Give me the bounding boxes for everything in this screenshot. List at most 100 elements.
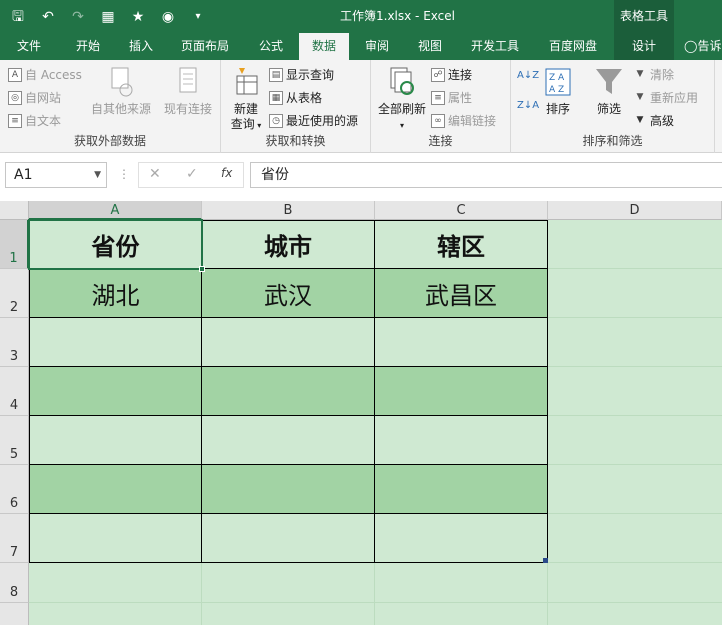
column-header-d[interactable]: D <box>548 201 722 220</box>
new-query-icon <box>236 68 258 95</box>
more-dots-icon: ⋮ <box>118 167 130 181</box>
table-resize-handle[interactable] <box>543 558 548 563</box>
tab-page-layout[interactable]: 页面布局 <box>172 33 238 60</box>
filter-button[interactable]: 筛选 <box>591 66 627 117</box>
other-sources-button[interactable]: 自其他来源 <box>88 66 154 117</box>
table-cell[interactable] <box>29 465 202 514</box>
tab-design[interactable]: 设计 <box>614 33 674 60</box>
table-cell[interactable] <box>29 416 202 465</box>
recent-sources-button[interactable]: ◷ 最近使用的源 <box>269 112 358 129</box>
table-cell[interactable] <box>29 318 202 367</box>
tab-view[interactable]: 视图 <box>407 33 453 60</box>
table-cell[interactable] <box>202 514 375 563</box>
cancel-x-icon[interactable]: ✕ <box>149 166 161 182</box>
from-access-button[interactable]: A自 Access <box>8 66 82 83</box>
new-query-button[interactable]: 新建 查询 ▾ <box>225 66 267 133</box>
table-cell[interactable] <box>202 367 375 416</box>
undo-icon[interactable]: ↶ <box>38 7 58 27</box>
group-connections: 全部刷新 ▾ ☍ 连接 ≡ 属性 ∞ 编辑链接 连接 <box>371 60 511 153</box>
tab-home[interactable]: 开始 <box>62 33 114 60</box>
table-cell[interactable] <box>29 367 202 416</box>
gridline <box>548 513 722 514</box>
column-header-c[interactable]: C <box>375 201 548 220</box>
sort-button[interactable]: Z AA Z 排序 <box>541 66 575 117</box>
table-cell[interactable] <box>375 514 548 563</box>
insert-function-button[interactable]: fx <box>221 166 232 180</box>
table-cell[interactable] <box>375 465 548 514</box>
save-icon[interactable]: 🖫 <box>8 7 28 27</box>
table-cell[interactable] <box>202 465 375 514</box>
table-header-cell[interactable]: 辖区 <box>375 220 548 269</box>
row-header-3[interactable]: 3 <box>0 318 29 367</box>
column-header-b[interactable]: B <box>202 201 375 220</box>
svg-text:A Z: A Z <box>549 85 564 95</box>
chevron-down-icon[interactable]: ▼ <box>94 163 101 187</box>
tab-insert[interactable]: 插入 <box>118 33 164 60</box>
row-header-8[interactable]: 8 <box>0 563 29 603</box>
row-header-1[interactable]: 1 <box>0 220 29 269</box>
camera-icon[interactable]: ◉ <box>158 7 178 27</box>
advanced-filter-button[interactable]: ▼ 高级 <box>633 112 674 129</box>
formula-bar: A1 ▼ ⋮ ✕ ✓ fx 省份 <box>0 153 722 201</box>
tab-developer[interactable]: 开发工具 <box>462 33 528 60</box>
refresh-all-button[interactable]: 全部刷新 ▾ <box>375 66 429 133</box>
gridline <box>29 602 722 603</box>
filter-funnel-icon <box>596 69 622 94</box>
from-web-button[interactable]: ◎ 自网站 <box>8 89 61 106</box>
tab-data[interactable]: 数据 <box>299 33 349 60</box>
gridline <box>548 317 722 318</box>
web-icon: ◎ <box>8 90 22 105</box>
tab-review[interactable]: 审阅 <box>355 33 399 60</box>
table-header-cell[interactable]: 城市 <box>202 220 375 269</box>
table-cell[interactable] <box>202 318 375 367</box>
tab-tell-me[interactable]: ◯告诉 <box>684 33 722 60</box>
row-header-7[interactable]: 7 <box>0 514 29 563</box>
existing-connections-button[interactable]: 现有连接 <box>160 66 216 117</box>
gridline <box>201 563 202 625</box>
from-table-button[interactable]: ▦ 从表格 <box>269 89 322 106</box>
table-cell[interactable] <box>375 367 548 416</box>
tab-formulas[interactable]: 公式 <box>248 33 294 60</box>
show-queries-button[interactable]: ▤ 显示查询 <box>269 66 334 83</box>
select-all-button[interactable] <box>0 201 29 220</box>
worksheet-grid[interactable]: A B C D 1 2 3 4 5 6 7 8 省份 城市 辖区 湖北 武汉 武… <box>0 201 722 625</box>
tab-file[interactable]: 文件 <box>4 33 54 60</box>
confirm-check-icon[interactable]: ✓ <box>186 166 198 182</box>
row-header-6[interactable]: 6 <box>0 465 29 514</box>
table-cell[interactable] <box>202 416 375 465</box>
gridline <box>548 366 722 367</box>
table-cell[interactable]: 湖北 <box>29 269 202 318</box>
name-box[interactable]: A1 ▼ <box>5 162 107 188</box>
table-cell[interactable] <box>29 514 202 563</box>
sort-ascending-button[interactable]: A↓Z <box>517 70 539 81</box>
other-sources-icon <box>111 67 133 97</box>
form-icon[interactable]: ▦ <box>98 7 118 27</box>
connections-button[interactable]: ☍ 连接 <box>431 66 472 83</box>
row-header-9[interactable] <box>0 603 29 625</box>
formula-input[interactable]: 省份 <box>250 162 722 188</box>
dropdown-arrow-icon: ▾ <box>254 121 262 130</box>
table-cell[interactable]: 武昌区 <box>375 269 548 318</box>
reapply-filter-button[interactable]: ▼ 重新应用 <box>633 89 698 106</box>
sort-descending-icon: Z↓A <box>517 100 540 111</box>
tab-baidu-netdisk[interactable]: 百度网盘 <box>540 33 606 60</box>
fill-handle[interactable] <box>199 266 205 272</box>
row-header-4[interactable]: 4 <box>0 367 29 416</box>
dropdown-arrow-icon: ▾ <box>399 121 404 130</box>
from-text-button[interactable]: ≡ 自文本 <box>8 112 61 129</box>
row-header-5[interactable]: 5 <box>0 416 29 465</box>
queries-icon: ▤ <box>269 67 283 82</box>
star-folder-icon[interactable]: ★ <box>128 7 148 27</box>
edit-links-button[interactable]: ∞ 编辑链接 <box>431 112 496 129</box>
column-header-a[interactable]: A <box>29 201 202 220</box>
properties-button[interactable]: ≡ 属性 <box>431 89 472 106</box>
access-icon: A <box>8 67 22 82</box>
row-header-2[interactable]: 2 <box>0 269 29 318</box>
table-cell[interactable] <box>375 318 548 367</box>
sort-descending-button[interactable]: Z↓A <box>517 100 539 111</box>
redo-icon[interactable]: ↷ <box>68 7 88 27</box>
clear-filter-button[interactable]: ▼ 清除 <box>633 66 674 83</box>
customize-qat-icon[interactable]: ▾ <box>188 7 208 27</box>
table-cell[interactable]: 武汉 <box>202 269 375 318</box>
table-cell[interactable] <box>375 416 548 465</box>
